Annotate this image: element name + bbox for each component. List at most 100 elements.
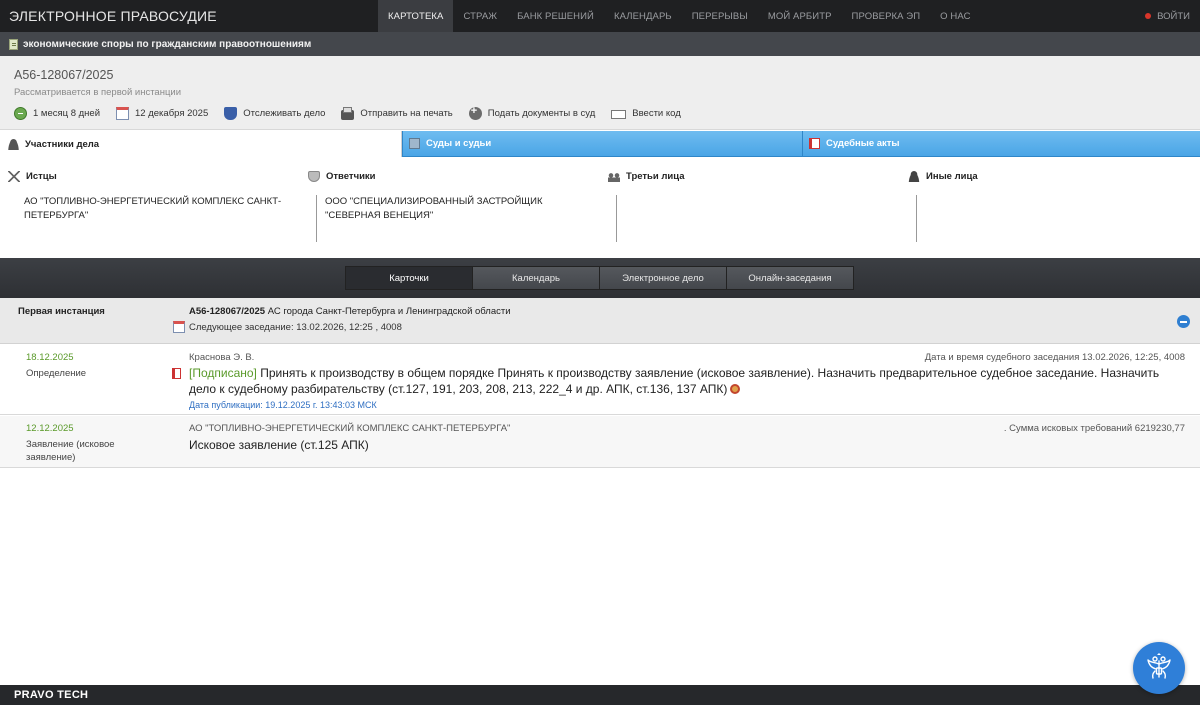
plus-icon (468, 105, 482, 120)
instance-row: Первая инстанция А56-128067/2025 АС горо… (0, 298, 1200, 344)
entry-date: 18.12.2025 (26, 352, 74, 363)
calendar-icon (173, 321, 185, 333)
top-nav: ЭЛЕКТРОННОЕ ПРАВОСУДИЕ КАРТОТЕКА СТРАЖ Б… (0, 0, 1200, 32)
double-headed-eagle-icon (1147, 653, 1171, 679)
tab-courts[interactable]: Суды и судьи (402, 131, 802, 157)
publication-date-link[interactable]: Дата публикации: 19.12.2025 г. 13:43:03 … (189, 400, 377, 410)
track-case-button[interactable]: Отслеживать дело (224, 107, 325, 120)
defendants-title: Ответчики (308, 171, 376, 182)
entry-author: Краснова Э. В. (189, 352, 255, 363)
clock-icon (14, 107, 27, 120)
shield-icon (224, 107, 238, 120)
view-electronic-case-button[interactable]: Электронное дело (599, 266, 727, 290)
brand-logo[interactable]: ЭЛЕКТРОННОЕ ПРАВОСУДИЕ (0, 8, 378, 24)
calendar-icon (116, 107, 130, 120)
pdf-icon[interactable] (172, 368, 181, 379)
entry-claim-amount: . Сумма исковых требований 6219230,77 (1003, 423, 1185, 434)
main-menu: КАРТОТЕКА СТРАЖ БАНК РЕШЕНИЙ КАЛЕНДАРЬ П… (378, 0, 981, 32)
tab-courts-label: Суды и судьи (426, 138, 492, 149)
defendants-column: Ответчики ООО "СПЕЦИАЛИЗИРОВАННЫЙ ЗАСТРО… (300, 157, 600, 257)
collapse-icon[interactable] (1177, 315, 1190, 328)
footer-brand: PRAVO TECH (14, 689, 89, 701)
group-icon (608, 171, 620, 182)
nav-calendar[interactable]: КАЛЕНДАРЬ (604, 0, 682, 32)
plaintiffs-column: Истцы АО "ТОПЛИВНО-ЭНЕРГЕТИЧЕСКИЙ КОМПЛЕ… (0, 157, 300, 257)
third-parties-list (616, 195, 894, 242)
next-session-label: Следующее заседание: 13.02.2026, 12:25 ,… (189, 321, 402, 333)
app-window: ЭЛЕКТРОННОЕ ПРАВОСУДИЕ КАРТОТЕКА СТРАЖ Б… (0, 0, 1200, 705)
login-label: ВОЙТИ (1157, 10, 1190, 22)
defendants-title-label: Ответчики (326, 171, 376, 182)
other-parties-title-label: Иные лица (926, 171, 978, 182)
case-number: А56-128067/2025 (14, 68, 114, 82)
entry-type: Заявление (исковое заявление) (26, 439, 115, 463)
third-parties-title-label: Третьи лица (626, 171, 685, 182)
tab-participants[interactable]: Участники дела (0, 131, 402, 157)
court-icon (409, 138, 420, 149)
third-parties-column: Третьи лица (600, 157, 900, 257)
login-button[interactable]: ВОЙТИ (1145, 0, 1190, 32)
tab-participants-label: Участники дела (25, 138, 100, 150)
nav-bank-resheniy[interactable]: БАНК РЕШЕНИЙ (507, 0, 604, 32)
category-label: экономические споры по гражданским право… (23, 38, 312, 50)
login-dot-icon (1145, 13, 1152, 19)
nav-about[interactable]: О НАС (930, 0, 980, 32)
view-switcher: Карточки Календарь Электронное дело Онла… (345, 266, 854, 290)
duration-label: 1 месяц 8 дней (33, 108, 101, 119)
nav-check-ep[interactable]: ПРОВЕРКА ЭП (842, 0, 931, 32)
tab-court-acts[interactable]: Судебные акты (802, 131, 1200, 157)
registration-date: 12 декабря 2025 (116, 107, 208, 120)
shield-icon (308, 171, 320, 182)
print-button[interactable]: Отправить на печать (341, 106, 453, 120)
other-parties-title: Иные лица (908, 171, 978, 182)
submit-documents-button[interactable]: Подать документы в суд (468, 105, 596, 120)
nav-my-arbitr[interactable]: МОЙ АРБИТР (758, 0, 842, 32)
track-case-label: Отслеживать дело (243, 108, 326, 119)
plaintiffs-title: Истцы (8, 171, 57, 182)
pdf-icon (809, 138, 820, 149)
seal-icon (730, 384, 741, 394)
signed-badge: [Подписано] (189, 366, 257, 380)
instance-case[interactable]: А56-128067/2025 АС города Санкт-Петербур… (189, 306, 511, 317)
view-online-sessions-button[interactable]: Онлайн-заседания (726, 266, 854, 290)
duration-info: 1 месяц 8 дней (14, 107, 100, 120)
keyboard-icon (611, 110, 627, 119)
category-bar: экономические споры по гражданским право… (0, 32, 1200, 56)
emblem-button[interactable] (1133, 642, 1185, 694)
entry-author: АО "ТОПЛИВНО-ЭНЕРГЕТИЧЕСКИЙ КОМПЛЕКС САН… (189, 423, 511, 434)
view-toolbar: Карточки Календарь Электронное дело Онла… (0, 258, 1200, 298)
list-item: 12.12.2025 Заявление (исковое заявление)… (0, 416, 1200, 468)
enter-code-label: Ввести код (632, 108, 681, 119)
instance-label: Первая инстанция (18, 306, 105, 317)
entry-document-link[interactable]: [Подписано] Принять к производству в общ… (189, 365, 1174, 397)
entry-text: Принять к производству в общем порядке П… (189, 366, 1160, 396)
entry-text[interactable]: Исковое заявление (ст.125 АПК) (189, 437, 1174, 453)
plaintiffs-title-label: Истцы (26, 171, 57, 182)
case-tabs: Участники дела Суды и судьи Судебные акт… (0, 131, 1200, 157)
nav-strazh[interactable]: СТРАЖ (453, 0, 507, 32)
tab-court-acts-label: Судебные акты (826, 138, 900, 149)
printer-icon (341, 106, 355, 120)
enter-code-button[interactable]: Ввести код (611, 108, 681, 119)
man-icon (908, 171, 920, 182)
person-icon (8, 138, 19, 150)
nav-breaks[interactable]: ПЕРЕРЫВЫ (682, 0, 758, 32)
case-actions: 1 месяц 8 дней 12 декабря 2025 Отслежива… (14, 105, 697, 120)
next-session: Следующее заседание: 13.02.2026, 12:25 ,… (173, 321, 402, 333)
view-calendar-button[interactable]: Календарь (472, 266, 600, 290)
other-parties-column: Иные лица (900, 157, 1200, 257)
swords-icon (8, 171, 20, 182)
parties-panel: Истцы АО "ТОПЛИВНО-ЭНЕРГЕТИЧЕСКИЙ КОМПЛЕ… (0, 157, 1200, 257)
case-status: Рассматривается в первой инстанции (14, 87, 182, 98)
entry-date: 12.12.2025 (26, 423, 74, 434)
nav-kartoteka[interactable]: КАРТОТЕКА (378, 0, 454, 32)
footer: PRAVO TECH (0, 685, 1200, 705)
registration-date-label: 12 декабря 2025 (135, 108, 209, 119)
view-cards-button[interactable]: Карточки (345, 266, 473, 290)
print-label: Отправить на печать (360, 108, 453, 119)
third-parties-title: Третьи лица (608, 171, 685, 182)
entry-type: Определение (26, 368, 87, 379)
list-item: 18.12.2025 Определение Краснова Э. В. Да… (0, 345, 1200, 415)
submit-documents-label: Подать документы в суд (487, 108, 596, 119)
case-header: А56-128067/2025 Рассматривается в первой… (0, 56, 1200, 130)
